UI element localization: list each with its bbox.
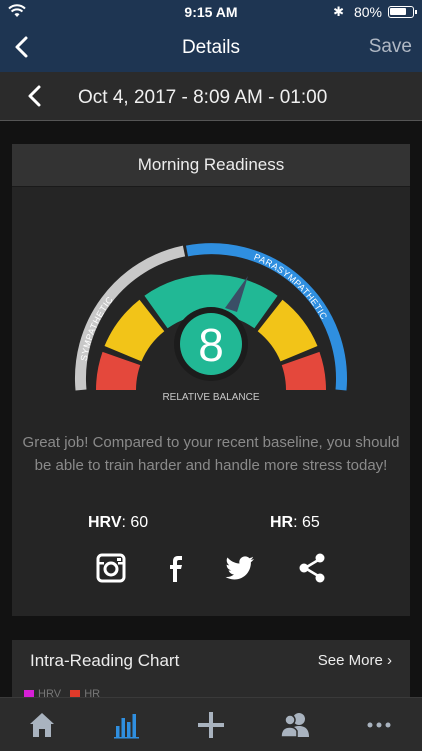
- readiness-score: 8: [198, 319, 224, 371]
- chevron-right-icon: ›: [387, 652, 392, 669]
- stats-icon[interactable]: [111, 709, 143, 741]
- hr-stat: HR: 65: [270, 514, 320, 532]
- reading-date: Oct 4, 2017 - 8:09 AM - 01:00: [78, 87, 328, 108]
- home-icon[interactable]: [26, 709, 58, 741]
- hrv-value: : 60: [121, 514, 149, 531]
- hrv-stat: HRV: 60: [88, 514, 148, 532]
- status-bar: 9:15 AM ✱ 80%: [0, 0, 422, 24]
- bluetooth-icon: ✱: [333, 4, 344, 19]
- group-icon[interactable]: [279, 709, 311, 741]
- page-title: Details: [181, 37, 241, 58]
- battery-percent: 80%: [353, 4, 382, 20]
- see-more-link[interactable]: See More ›: [318, 652, 392, 669]
- readiness-gauge: SYMPATHETIC PARASYMPATHETIC 8 RELATIVE B…: [74, 243, 347, 403]
- nav-bar: Details Save: [0, 24, 422, 72]
- more-icon[interactable]: [363, 709, 395, 741]
- share-row: [12, 550, 410, 590]
- morning-readiness-card: Morning Readiness SYMPATHETIC PARASYMPAT…: [12, 144, 410, 616]
- readiness-message: Great job! Compared to your recent basel…: [22, 434, 400, 474]
- battery-icon: [388, 6, 417, 18]
- previous-reading-chevron-icon[interactable]: [22, 82, 50, 110]
- relative-balance-label: RELATIVE BALANCE: [162, 392, 259, 403]
- gauge-segment-red-left: [96, 351, 141, 391]
- date-bar: Oct 4, 2017 - 8:09 AM - 01:00: [0, 72, 422, 121]
- hr-value: : 65: [293, 514, 320, 531]
- gauge-segment-yellow-left: [104, 299, 165, 363]
- share-icon[interactable]: [294, 550, 330, 586]
- twitter-icon[interactable]: [221, 550, 257, 586]
- instagram-icon[interactable]: [93, 550, 129, 586]
- save-button[interactable]: Save: [369, 36, 412, 58]
- hrv-label: HRV: [88, 514, 122, 531]
- gauge-segment-red-right: [281, 351, 326, 391]
- intra-reading-chart-card: Intra-Reading Chart See More › HRV HR: [12, 640, 410, 700]
- facebook-icon[interactable]: [157, 550, 193, 586]
- see-more-label: See More: [317, 652, 383, 669]
- gauge-segment-yellow-right: [257, 299, 318, 363]
- tab-bar: [0, 697, 422, 751]
- add-icon[interactable]: [195, 709, 227, 741]
- card-title: Morning Readiness: [12, 144, 410, 187]
- intra-reading-chart-title: Intra-Reading Chart: [30, 651, 180, 670]
- hr-label: HR: [270, 514, 294, 531]
